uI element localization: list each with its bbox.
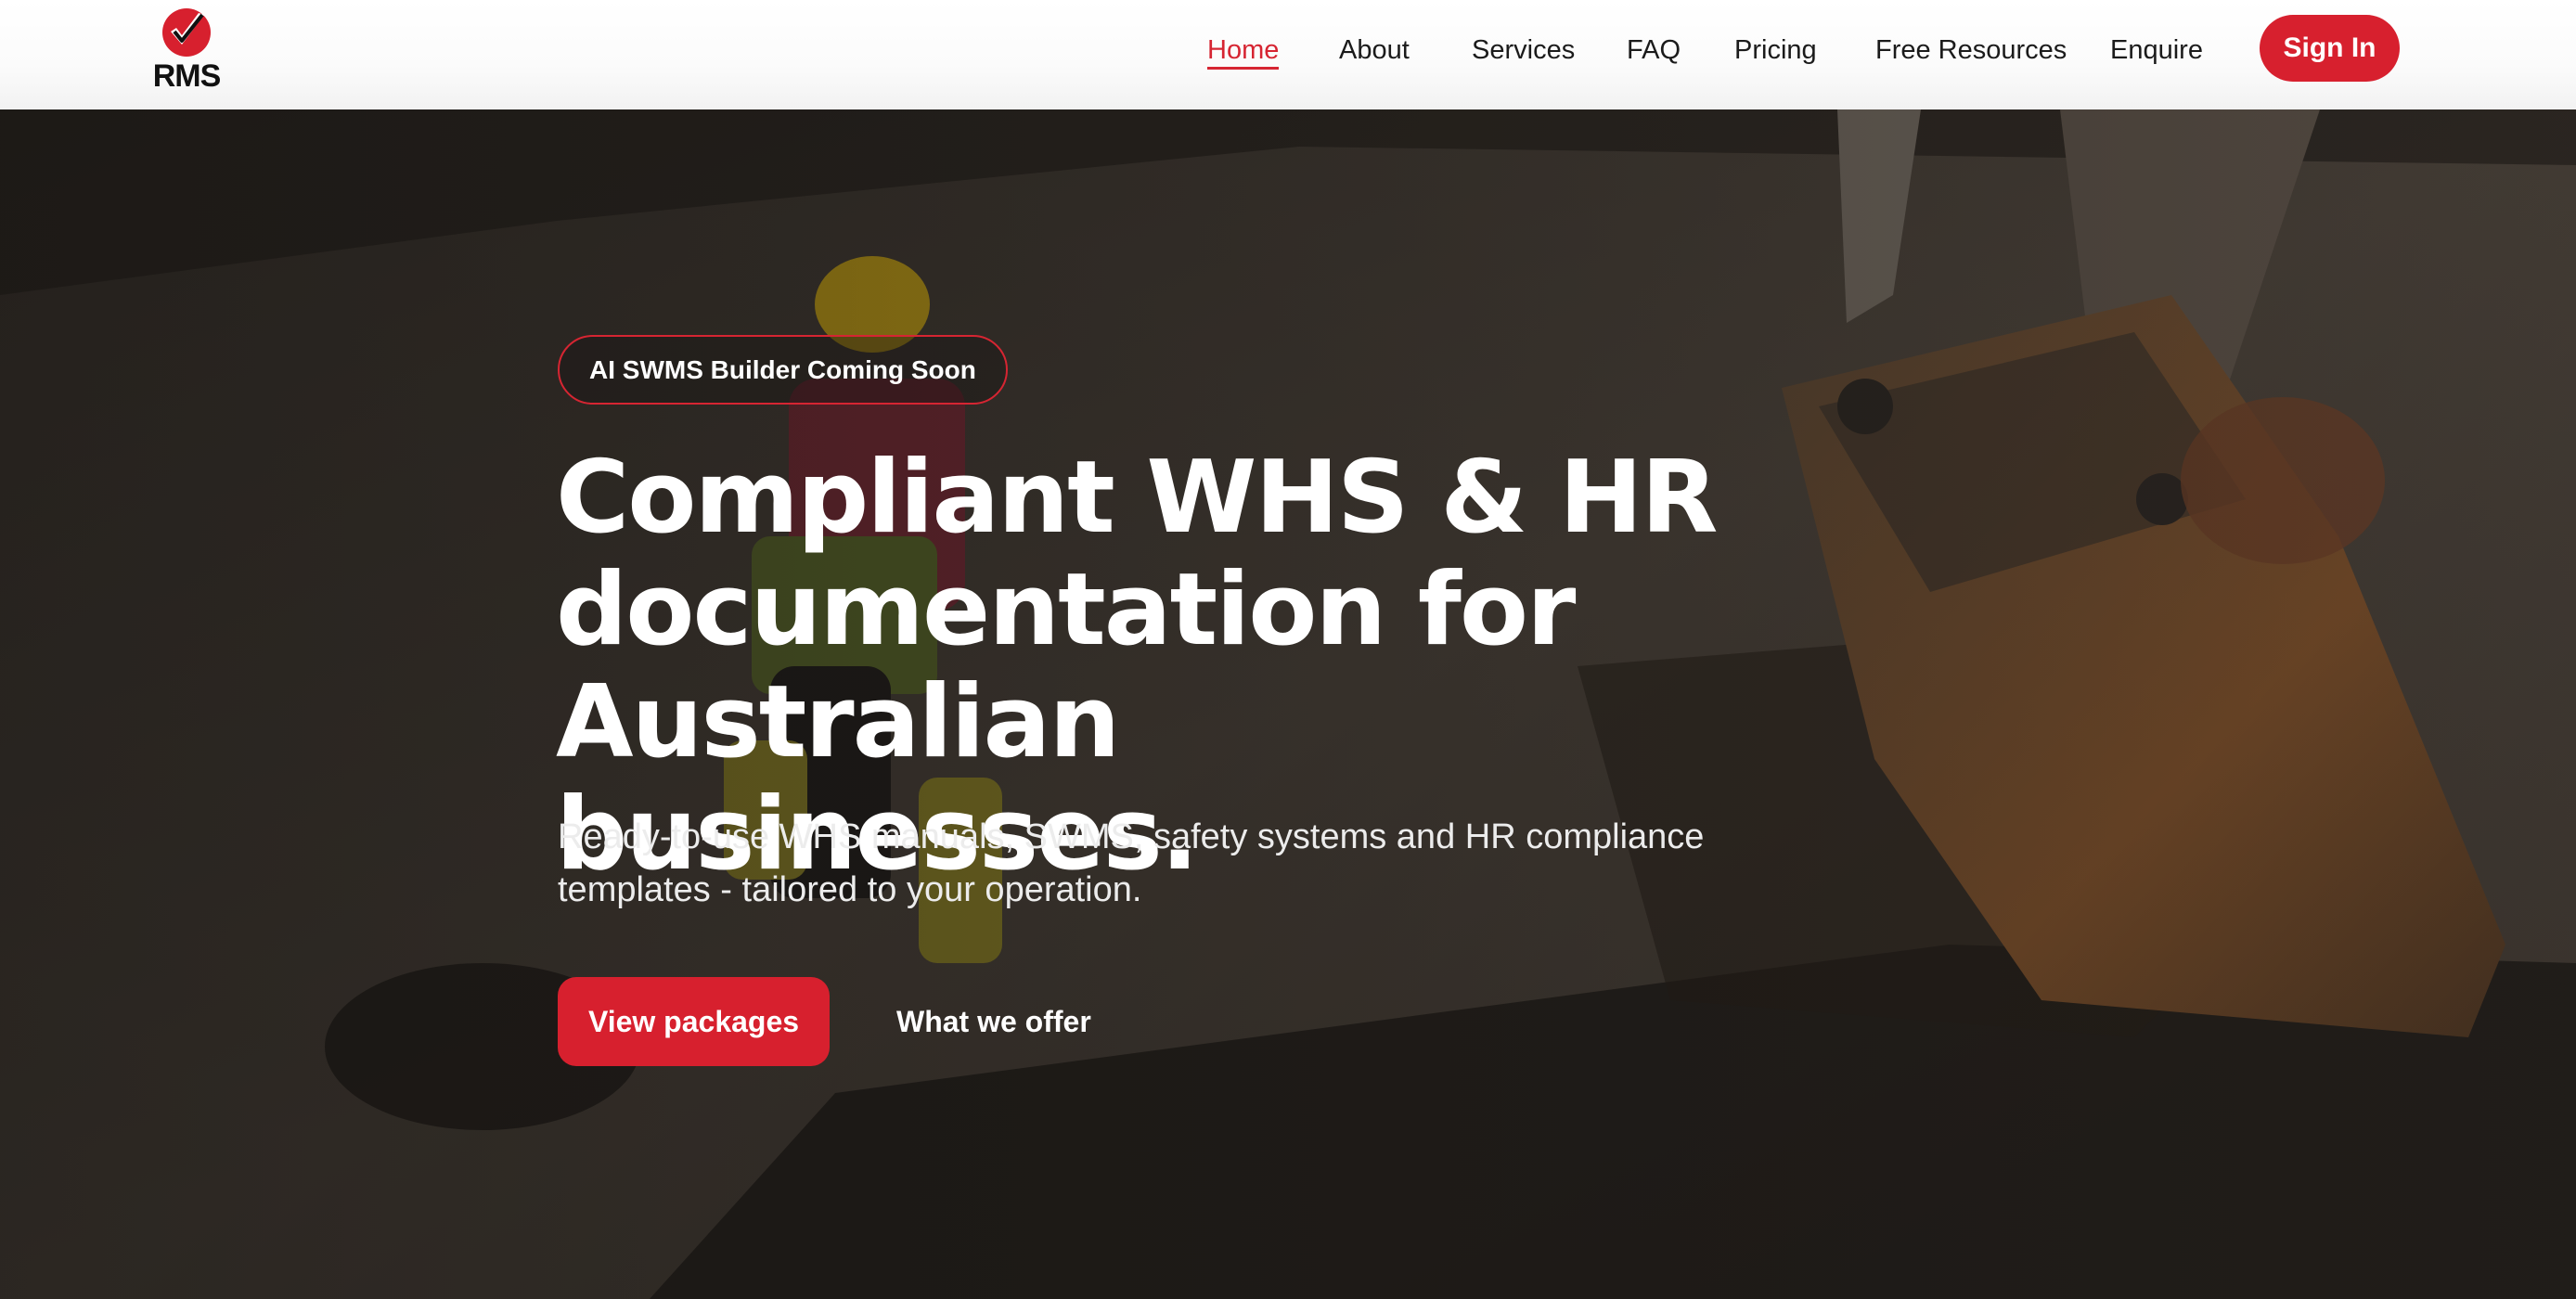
- hero-section: AI SWMS Builder Coming Soon Compliant WH…: [0, 109, 2576, 1299]
- main-nav: Home About Services FAQ Pricing Free Res…: [0, 0, 2576, 100]
- hero-headline-line-1: Compliant WHS & HR: [556, 440, 1719, 556]
- nav-enquire[interactable]: Enquire: [2110, 33, 2203, 67]
- page: RMS Home About Services FAQ Pricing Free…: [0, 0, 2576, 1299]
- hero-headline-line-2: documentation for Australian: [556, 552, 1576, 780]
- site-header: RMS Home About Services FAQ Pricing Free…: [0, 0, 2576, 109]
- nav-active-underline: [1207, 67, 1279, 70]
- nav-home[interactable]: Home: [1207, 33, 1279, 67]
- sign-in-button[interactable]: Sign In: [2260, 15, 2400, 82]
- nav-faq[interactable]: FAQ: [1627, 33, 1681, 67]
- coming-soon-badge: AI SWMS Builder Coming Soon: [558, 335, 1008, 405]
- what-we-offer-link[interactable]: What we offer: [896, 977, 1091, 1066]
- hero-subtext-line-1: Ready-to-use WHS manuals, SWMS, safety s…: [558, 817, 1705, 856]
- hero-subtext: Ready-to-use WHS manuals, SWMS, safety s…: [558, 811, 1764, 917]
- nav-about[interactable]: About: [1339, 33, 1410, 67]
- nav-free-resources[interactable]: Free Resources: [1875, 33, 2067, 67]
- hero-subtext-line-2: templates - tailored to your operation.: [558, 870, 1142, 909]
- nav-services[interactable]: Services: [1472, 33, 1575, 67]
- nav-pricing[interactable]: Pricing: [1734, 33, 1817, 67]
- view-packages-button[interactable]: View packages: [558, 977, 830, 1066]
